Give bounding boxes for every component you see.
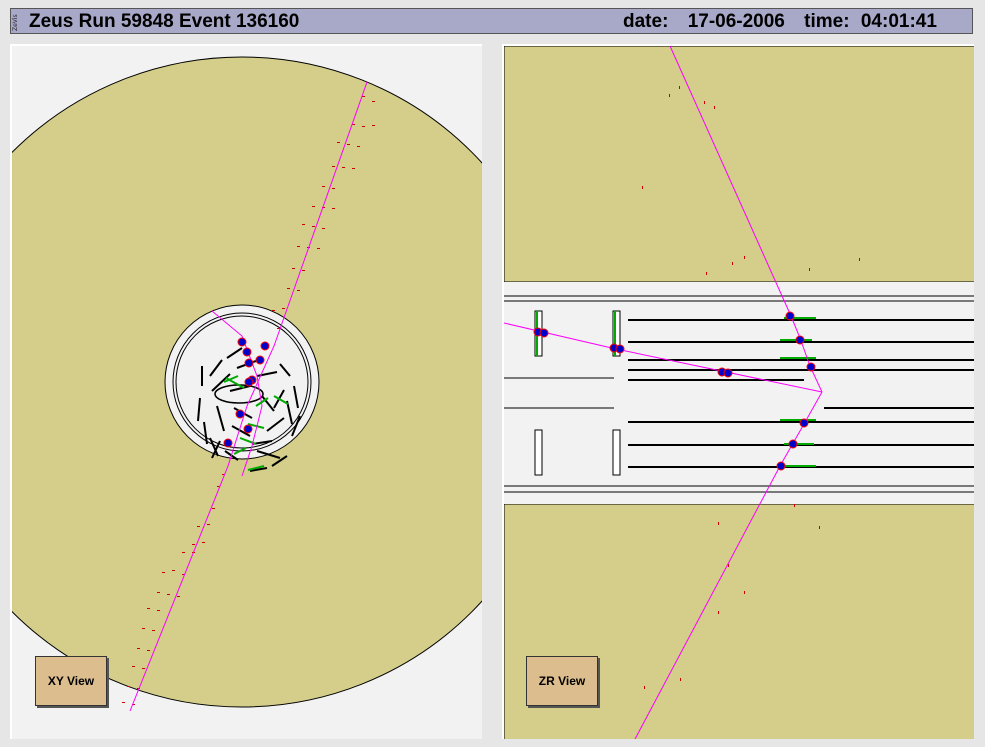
xy-inner-detector-outer	[164, 304, 320, 460]
time-value: 04:01:41	[860, 11, 937, 32]
xy-view-button[interactable]: XY View	[35, 656, 107, 706]
zevis-logo: ZeVis	[12, 14, 19, 31]
title-bar: ZeVis Zeus Run 59848 Event 136160 date: …	[10, 8, 973, 34]
xy-view-canvas[interactable]	[12, 46, 482, 739]
zr-calorimeter-top	[504, 46, 974, 283]
time-label: time:	[804, 11, 850, 32]
zr-view-button[interactable]: ZR View	[526, 656, 598, 706]
xy-view-panel[interactable]: XY View	[10, 44, 482, 739]
zr-view-canvas[interactable]	[504, 46, 974, 739]
date-time-group: date: 17-06-2006 time: 04:01:41	[623, 11, 937, 33]
run-event-title: Zeus Run 59848 Event 136160	[29, 11, 300, 32]
date-value: 17-06-2006	[687, 11, 785, 32]
zr-view-panel[interactable]: ZR View	[502, 44, 974, 739]
zr-inner-detector	[504, 282, 974, 504]
date-label: date:	[623, 11, 669, 32]
